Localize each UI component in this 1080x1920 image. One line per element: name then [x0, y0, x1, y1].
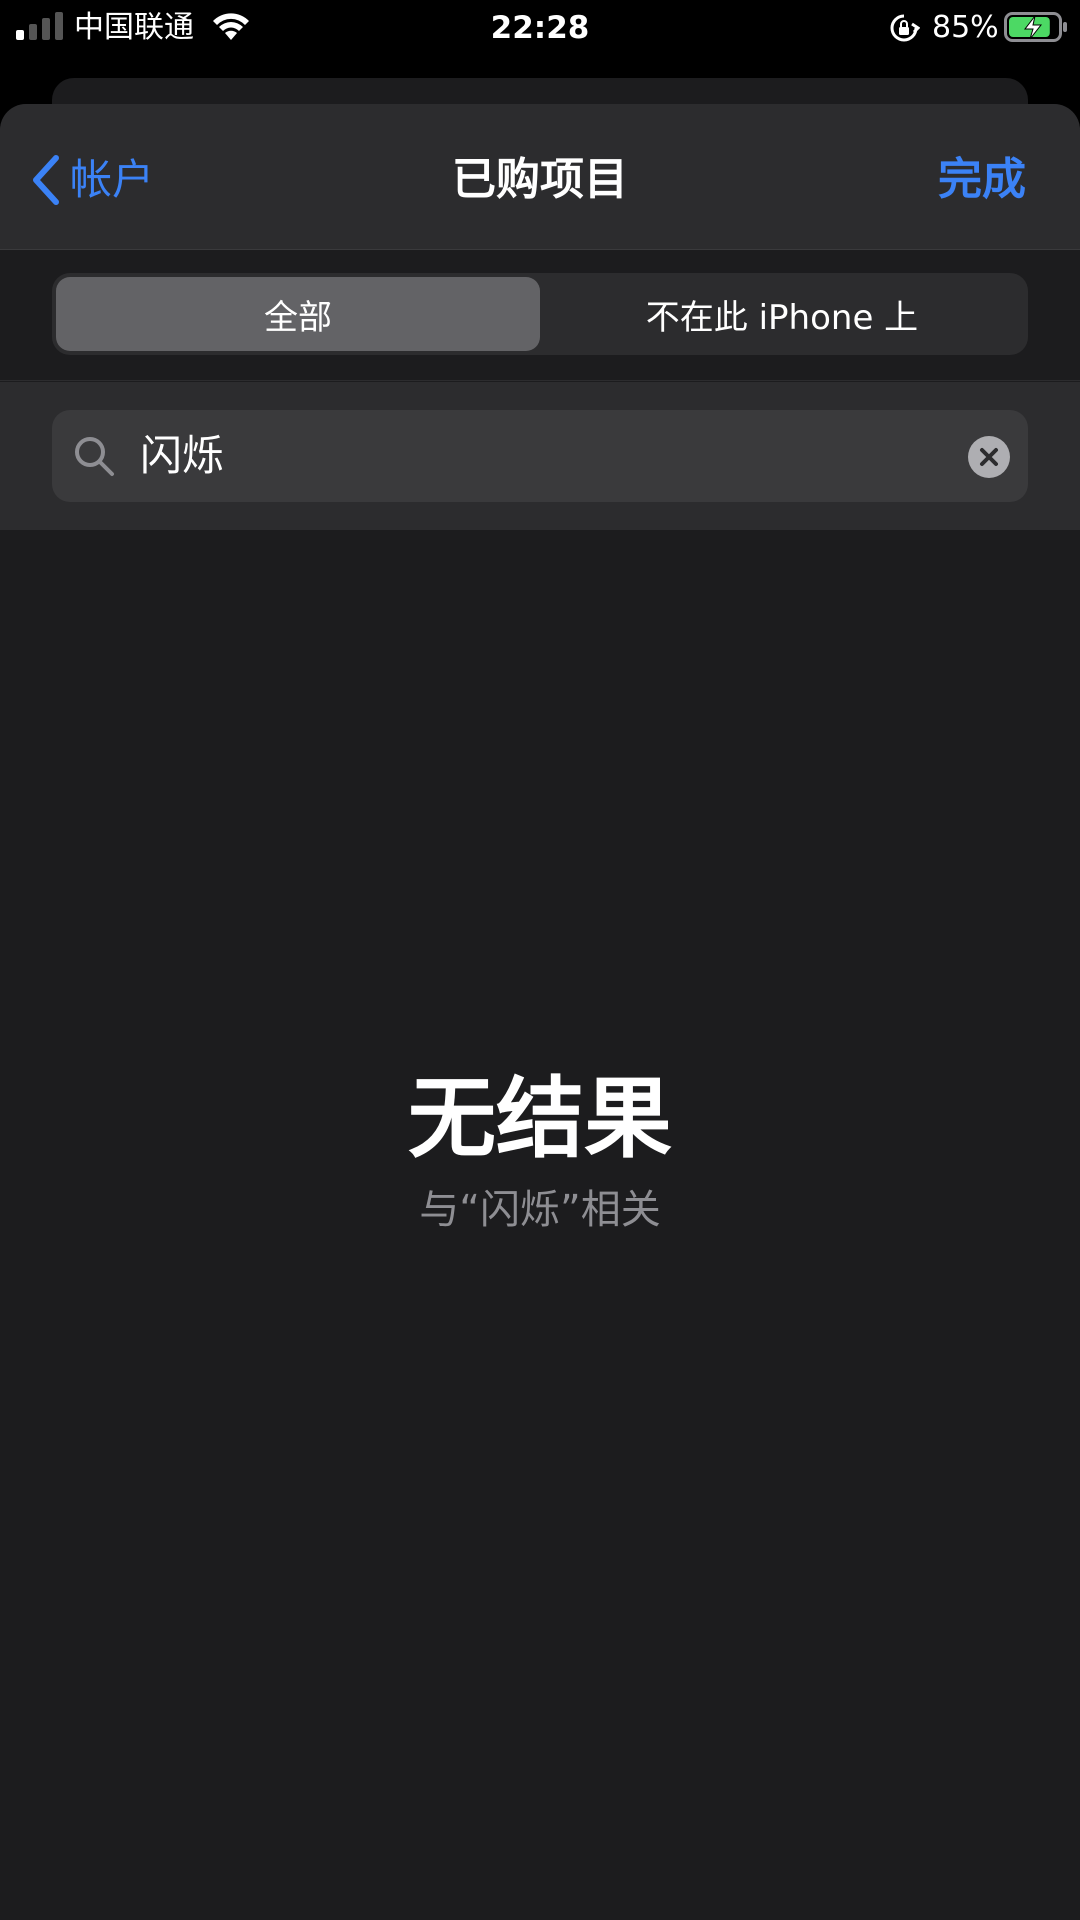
- navigation-bar: 帐户 已购项目 完成: [0, 104, 1080, 250]
- search-area: [0, 382, 1080, 530]
- close-icon: [980, 448, 998, 466]
- orientation-lock-icon: [888, 12, 921, 48]
- clear-search-button[interactable]: [968, 436, 1010, 478]
- empty-state: 无结果 与“闪烁”相关: [0, 1064, 1080, 1238]
- segment-not-on-iphone[interactable]: 不在此 iPhone 上: [540, 277, 1024, 351]
- search-field[interactable]: [52, 410, 1028, 502]
- done-button[interactable]: 完成: [938, 150, 1026, 210]
- search-input[interactable]: [132, 422, 932, 490]
- status-bar: 中国联通 22:28 85%: [0, 0, 1080, 56]
- page-title: 已购项目: [452, 154, 628, 205]
- empty-state-title: 无结果: [407, 1067, 672, 1170]
- battery-percent: 85%: [932, 10, 999, 45]
- purchased-sheet: 帐户 已购项目 完成 全部 不在此 iPhone 上 无结果 与“闪烁”相关: [0, 104, 1080, 1920]
- segmented-control: 全部 不在此 iPhone 上: [52, 273, 1028, 355]
- search-icon: [75, 437, 114, 476]
- empty-state-subtitle: 与“闪烁”相关: [419, 1187, 661, 1233]
- segmented-control-area: 全部 不在此 iPhone 上: [0, 251, 1080, 381]
- battery-charging-icon: [1004, 12, 1068, 46]
- segment-all[interactable]: 全部: [56, 277, 540, 351]
